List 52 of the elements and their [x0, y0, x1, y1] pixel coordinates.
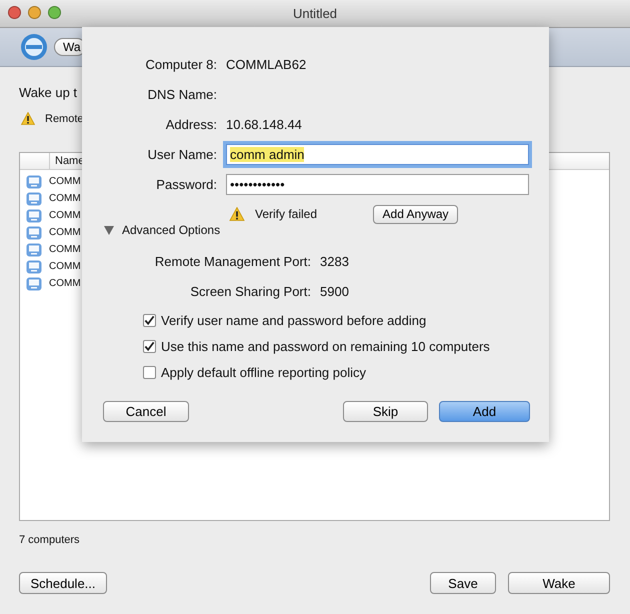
monitor-icon: [26, 276, 42, 290]
monitor-icon: [26, 226, 42, 240]
computer-name: COMM: [49, 193, 81, 204]
input-field[interactable]: ••••••••••••: [226, 174, 529, 194]
add-anyway-button[interactable]: Add Anyway: [373, 204, 458, 224]
dialog-button[interactable]: Wake: [508, 572, 610, 594]
field-label: DNS Name:: [146, 86, 218, 102]
verify-message: Verify failed: [255, 207, 318, 221]
computer-name: COMM: [49, 244, 81, 255]
dialog-button[interactable]: Save: [430, 572, 496, 594]
field-label: Computer 8:: [144, 56, 218, 72]
disclosure-triangle-icon[interactable]: [104, 226, 114, 234]
field-value: 10.68.148.44: [226, 116, 302, 132]
computer-name: COMM: [49, 176, 81, 187]
close-button[interactable]: [8, 6, 21, 19]
checkbox[interactable]: [143, 340, 156, 352]
checkbox[interactable]: [143, 314, 156, 326]
port-value: 3283: [320, 254, 349, 268]
dialog-button[interactable]: Schedule...: [19, 572, 107, 594]
advanced-options-label[interactable]: Advanced Options: [122, 223, 220, 237]
dialog-button[interactable]: Cancel: [103, 401, 189, 422]
field-label: Password:: [155, 176, 218, 192]
computer-name: COMM: [49, 278, 81, 289]
port-label: Remote Management Port:: [154, 254, 312, 268]
computer-count: 7 computers: [19, 534, 81, 546]
minimize-button[interactable]: [28, 6, 41, 19]
zoom-button[interactable]: [48, 6, 61, 19]
monitor-icon: [26, 174, 42, 188]
checkbox-label: Use this name and password on remaining 10 computers: [161, 338, 490, 354]
port-label: Screen Sharing Port:: [189, 284, 312, 298]
checkbox[interactable]: [143, 366, 156, 378]
computer-name: COMM: [49, 227, 81, 238]
monitor-icon: [26, 242, 42, 256]
instruction-text: Wake up t: [19, 85, 78, 100]
monitor-icon: [26, 208, 42, 222]
port-value: 5900: [320, 284, 349, 298]
dialog-button[interactable]: Add: [439, 401, 530, 422]
field-label: Address:: [164, 116, 218, 132]
task-icon[interactable]: [20, 33, 48, 61]
computer-name: COMM: [49, 210, 81, 221]
monitor-icon: [26, 260, 42, 274]
warning-icon: [21, 112, 35, 125]
warning-text: Remote: [45, 112, 84, 124]
checkbox-label: Verify user name and password before adding: [161, 312, 426, 328]
field-value: COMMLAB62: [226, 56, 306, 72]
computer-name: COMM: [49, 261, 81, 272]
window-title: Untitled: [292, 6, 338, 21]
monitor-icon: [26, 192, 42, 206]
warning-icon: [229, 207, 245, 221]
checkbox-label: Apply default offline reporting policy: [161, 364, 366, 380]
dialog-button[interactable]: Skip: [343, 401, 428, 422]
field-label: User Name:: [146, 146, 218, 162]
